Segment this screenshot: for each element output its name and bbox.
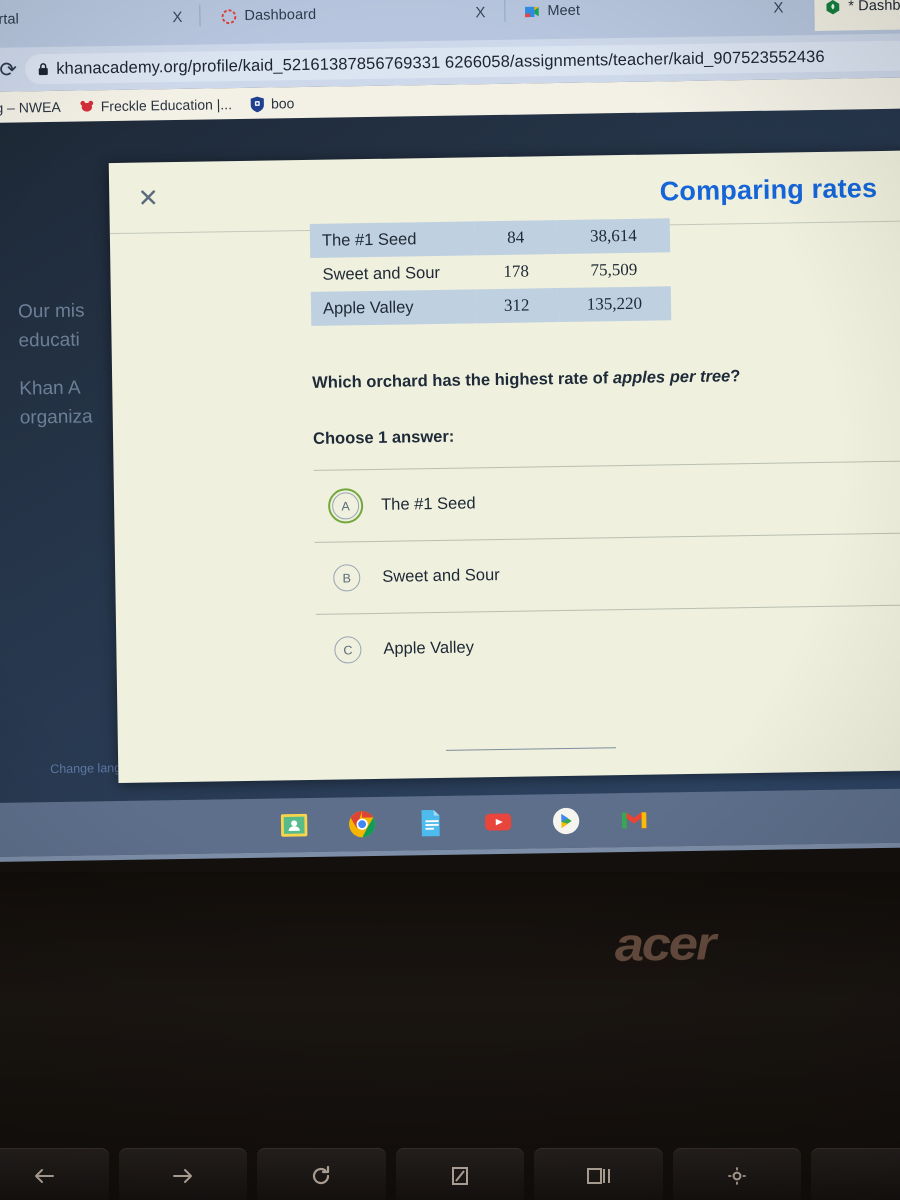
red-circle-icon (221, 8, 237, 24)
choice-letter-bubble-a: A (331, 492, 360, 520)
tab-close-button-portal[interactable]: X (172, 9, 182, 26)
tab-divider (199, 4, 201, 27)
table-row: Sweet and Sour 178 75,509 (310, 252, 670, 292)
tree-count: 178 (503, 261, 530, 281)
tab-close-button-meet[interactable]: X (773, 0, 783, 17)
bookmark-boo[interactable]: boo (250, 95, 295, 113)
laptop-photo: Portal X Dashboard X Meet X * Dashb ⟳ kh… (0, 0, 900, 1200)
choice-letter-bubble-b: B (333, 564, 361, 592)
forward-arrow-icon (172, 1169, 192, 1183)
question-text: Which orchard has the highest rate of ap… (312, 367, 740, 393)
back-arrow-icon (35, 1169, 55, 1183)
khan-academy-leaf-icon (826, 0, 840, 14)
google-docs-icon[interactable] (415, 808, 445, 838)
reload-icon (313, 1165, 330, 1185)
answer-choice-a[interactable]: A The #1 Seed (313, 460, 900, 542)
exercise-modal: ✕ Comparing rates The #1 Seed 84 38,614 … (108, 150, 900, 784)
orchard-data-table: The #1 Seed 84 38,614 Sweet and Sour 178… (309, 218, 672, 326)
orchard-name: Sweet and Sour (322, 263, 441, 284)
keyboard-function-row (0, 1148, 900, 1200)
url-text: khanacademy.org/profile/kaid_52161387856… (56, 47, 825, 78)
chromebook-screen: Portal X Dashboard X Meet X * Dashb ⟳ kh… (0, 0, 900, 890)
tab-divider (504, 0, 506, 22)
gmail-icon[interactable] (619, 805, 649, 835)
fullscreen-key[interactable] (395, 1148, 525, 1200)
choice-label-c: Apple Valley (383, 638, 475, 658)
change-language-link[interactable]: Change langu (50, 761, 128, 776)
tab-title: Meet (547, 2, 581, 20)
choice-label-b: Sweet and Sour (382, 566, 500, 586)
google-meet-icon (525, 6, 539, 17)
acer-brand-logo: acer (614, 916, 715, 971)
youtube-icon[interactable] (483, 807, 513, 837)
choices-bottom-divider (445, 747, 616, 751)
reload-key[interactable] (257, 1148, 386, 1200)
choose-instruction: Choose 1 answer: (312, 427, 455, 448)
extra-key[interactable] (811, 1148, 900, 1200)
bookmark-freckle-education[interactable]: Freckle Education |... (79, 96, 232, 114)
blue-shield-icon (250, 96, 265, 112)
forward-key[interactable] (118, 1148, 248, 1200)
answer-choice-b[interactable]: B Sweet and Sour (314, 532, 900, 614)
browser-tab-portal[interactable]: Portal (0, 0, 121, 44)
brightness-icon (728, 1167, 747, 1185)
khan-academy-page: Our mis educati Khan A organiza Change l… (0, 108, 900, 803)
answer-choice-list: A The #1 Seed B Sweet and Sour C Apple V… (313, 460, 900, 686)
bookmark-label: Freckle Education |... (100, 96, 233, 115)
back-key[interactable] (0, 1148, 109, 1200)
orchard-name: The #1 Seed (309, 221, 475, 258)
tab-title: Dashboard (244, 6, 317, 24)
bookmark-nwea[interactable]: esting – NWEA (0, 99, 61, 116)
freckle-bear-icon (80, 100, 94, 112)
reload-button[interactable]: ⟳ (0, 57, 25, 83)
orchard-name: Apple Valley (310, 289, 476, 326)
bookmark-label: esting – NWEA (0, 98, 61, 117)
chrome-icon[interactable] (347, 809, 377, 839)
apple-count: 135,220 (557, 286, 672, 323)
google-classroom-icon[interactable] (279, 810, 309, 840)
question-prefix: Which orchard has the highest rate of (312, 369, 614, 392)
tab-title: Portal (0, 11, 20, 29)
browser-tab-meet[interactable]: Meet (513, 0, 744, 36)
close-icon[interactable]: ✕ (135, 184, 161, 212)
tree-count: 84 (474, 220, 558, 256)
bookmark-label: boo (270, 95, 295, 112)
tree-count: 312 (475, 288, 559, 324)
table-row: Apple Valley 312 135,220 (310, 286, 672, 326)
table-row: The #1 Seed 84 38,614 (309, 218, 671, 258)
browser-tab-khan-dashboard[interactable]: * Dashb (813, 0, 900, 31)
question-suffix: ? (730, 367, 741, 386)
address-bar[interactable]: khanacademy.org/profile/kaid_52161387856… (25, 40, 900, 85)
tab-title: * Dashb (848, 0, 900, 15)
brightness-key[interactable] (672, 1148, 802, 1200)
apple-count: 75,509 (590, 259, 638, 280)
answer-choice-c[interactable]: C Apple Valley (315, 604, 900, 686)
fullscreen-icon (452, 1167, 469, 1185)
choice-label-a: The #1 Seed (380, 494, 476, 514)
page-title: Comparing rates (659, 173, 878, 207)
overview-key[interactable] (534, 1148, 663, 1200)
lock-icon (38, 63, 48, 76)
google-play-icon[interactable] (551, 806, 581, 836)
window-overview-icon (586, 1168, 610, 1184)
browser-tab-dashboard[interactable]: Dashboard (210, 0, 461, 40)
tab-close-button-dashboard[interactable]: X (475, 4, 485, 21)
apple-count: 38,614 (556, 218, 671, 255)
question-emphasis: apples per tree (612, 367, 731, 388)
choice-letter-bubble-c: C (334, 636, 362, 664)
